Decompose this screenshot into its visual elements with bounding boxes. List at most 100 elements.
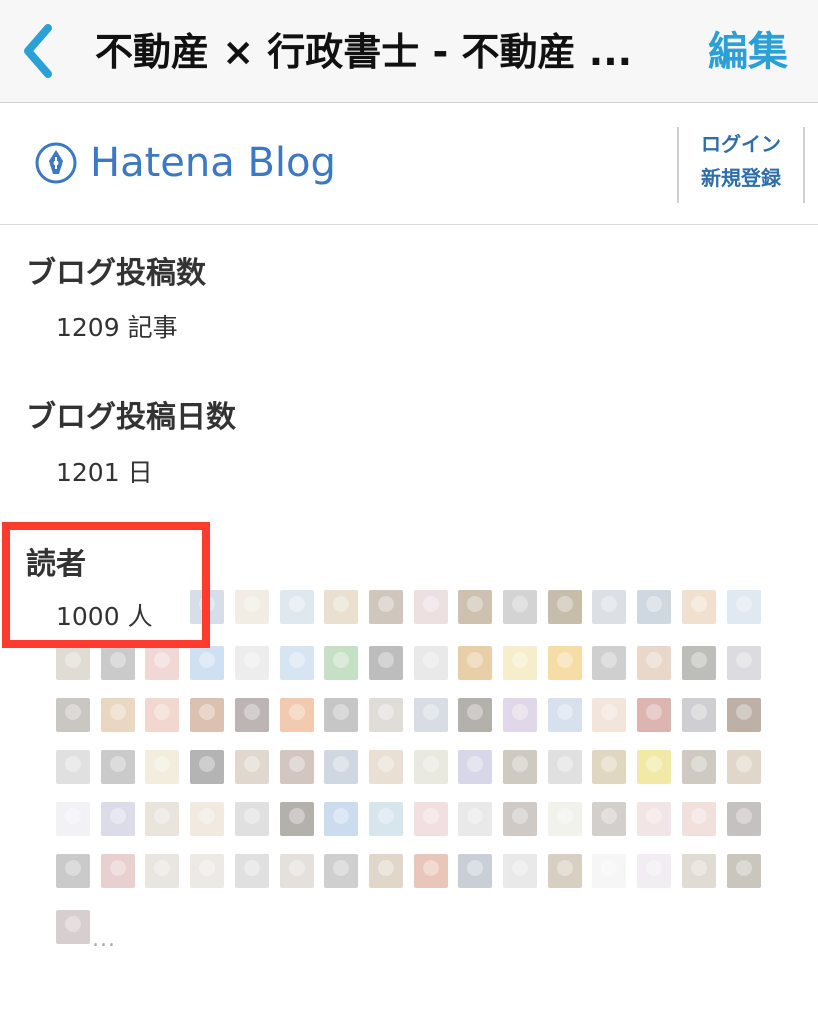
reader-avatar[interactable] <box>414 698 448 732</box>
reader-avatar[interactable] <box>369 854 403 888</box>
reader-avatar[interactable] <box>637 854 671 888</box>
reader-avatar[interactable] <box>682 646 716 680</box>
reader-avatar[interactable] <box>503 802 537 836</box>
reader-avatar[interactable] <box>727 802 761 836</box>
hatena-blog-logo[interactable]: Hatena Blog <box>34 136 336 190</box>
reader-avatar[interactable] <box>190 802 224 836</box>
reader-avatar[interactable] <box>414 750 448 784</box>
reader-avatar[interactable] <box>503 750 537 784</box>
reader-avatar[interactable] <box>145 750 179 784</box>
reader-avatar[interactable] <box>592 750 626 784</box>
reader-avatar[interactable] <box>145 854 179 888</box>
reader-avatar[interactable] <box>280 802 314 836</box>
reader-avatar[interactable] <box>324 590 358 624</box>
reader-avatar[interactable] <box>414 802 448 836</box>
reader-avatar[interactable] <box>682 750 716 784</box>
reader-avatar[interactable] <box>101 750 135 784</box>
reader-avatar[interactable] <box>503 590 537 624</box>
reader-avatar[interactable] <box>458 646 492 680</box>
reader-avatar[interactable] <box>369 646 403 680</box>
reader-avatar[interactable] <box>280 698 314 732</box>
reader-avatar[interactable] <box>414 590 448 624</box>
reader-avatar[interactable] <box>190 646 224 680</box>
reader-avatar[interactable] <box>503 854 537 888</box>
reader-avatar[interactable] <box>414 646 448 680</box>
reader-avatar[interactable] <box>190 590 224 624</box>
reader-avatar[interactable] <box>458 854 492 888</box>
reader-avatar[interactable] <box>637 590 671 624</box>
reader-avatar[interactable] <box>592 646 626 680</box>
reader-avatar[interactable] <box>280 854 314 888</box>
reader-avatar[interactable] <box>637 802 671 836</box>
reader-avatar[interactable] <box>548 590 582 624</box>
reader-avatar[interactable] <box>56 646 90 680</box>
edit-button[interactable]: 編集 <box>708 24 788 80</box>
reader-avatar[interactable] <box>369 802 403 836</box>
reader-avatar[interactable] <box>101 802 135 836</box>
reader-avatar[interactable] <box>548 646 582 680</box>
post-days-value: 1201 日 <box>56 458 153 487</box>
reader-avatar[interactable] <box>56 802 90 836</box>
reader-avatar[interactable] <box>727 590 761 624</box>
reader-avatar[interactable] <box>369 750 403 784</box>
reader-avatar[interactable] <box>324 698 358 732</box>
reader-avatar[interactable] <box>503 646 537 680</box>
reader-avatar[interactable] <box>458 698 492 732</box>
reader-avatar[interactable] <box>458 590 492 624</box>
reader-avatar[interactable] <box>145 646 179 680</box>
reader-avatar[interactable] <box>145 698 179 732</box>
back-button[interactable] <box>14 20 64 82</box>
reader-avatar[interactable] <box>727 646 761 680</box>
reader-avatar[interactable] <box>280 750 314 784</box>
reader-avatar[interactable] <box>324 646 358 680</box>
reader-avatar[interactable] <box>592 590 626 624</box>
reader-avatar[interactable] <box>190 854 224 888</box>
reader-avatar[interactable] <box>235 590 269 624</box>
reader-avatar[interactable] <box>56 698 90 732</box>
reader-avatar[interactable] <box>682 590 716 624</box>
reader-avatar[interactable] <box>682 802 716 836</box>
reader-avatar[interactable] <box>56 854 90 888</box>
reader-avatar[interactable] <box>235 854 269 888</box>
reader-avatar[interactable] <box>592 802 626 836</box>
reader-avatar[interactable] <box>548 854 582 888</box>
reader-avatar[interactable] <box>101 646 135 680</box>
reader-avatar[interactable] <box>280 590 314 624</box>
reader-avatar[interactable] <box>592 854 626 888</box>
reader-avatar[interactable] <box>548 698 582 732</box>
reader-avatar[interactable] <box>727 854 761 888</box>
reader-avatar[interactable] <box>235 698 269 732</box>
reader-avatar[interactable] <box>324 750 358 784</box>
reader-avatar[interactable] <box>369 590 403 624</box>
login-link[interactable]: ログイン <box>679 127 803 161</box>
reader-avatar[interactable] <box>235 802 269 836</box>
reader-avatar[interactable] <box>190 750 224 784</box>
reader-avatar[interactable] <box>190 698 224 732</box>
reader-avatar[interactable] <box>548 750 582 784</box>
reader-avatar[interactable] <box>637 698 671 732</box>
reader-avatar[interactable] <box>414 854 448 888</box>
reader-avatar[interactable] <box>235 646 269 680</box>
reader-avatar[interactable] <box>101 854 135 888</box>
reader-avatar[interactable] <box>637 750 671 784</box>
reader-avatar[interactable] <box>56 750 90 784</box>
reader-avatar[interactable] <box>503 698 537 732</box>
reader-avatar[interactable] <box>235 750 269 784</box>
reader-avatar[interactable] <box>324 802 358 836</box>
reader-avatar[interactable] <box>458 802 492 836</box>
reader-avatar[interactable] <box>369 698 403 732</box>
reader-avatar[interactable] <box>592 698 626 732</box>
reader-avatar[interactable] <box>458 750 492 784</box>
signup-link[interactable]: 新規登録 <box>679 161 803 195</box>
reader-avatar[interactable] <box>324 854 358 888</box>
reader-avatar[interactable] <box>727 750 761 784</box>
reader-avatar[interactable] <box>280 646 314 680</box>
reader-avatar[interactable] <box>56 910 90 944</box>
reader-avatar[interactable] <box>637 646 671 680</box>
reader-avatar[interactable] <box>101 698 135 732</box>
reader-avatar[interactable] <box>548 802 582 836</box>
reader-avatar[interactable] <box>682 854 716 888</box>
reader-avatar[interactable] <box>727 698 761 732</box>
reader-avatar[interactable] <box>145 802 179 836</box>
reader-avatar[interactable] <box>682 698 716 732</box>
